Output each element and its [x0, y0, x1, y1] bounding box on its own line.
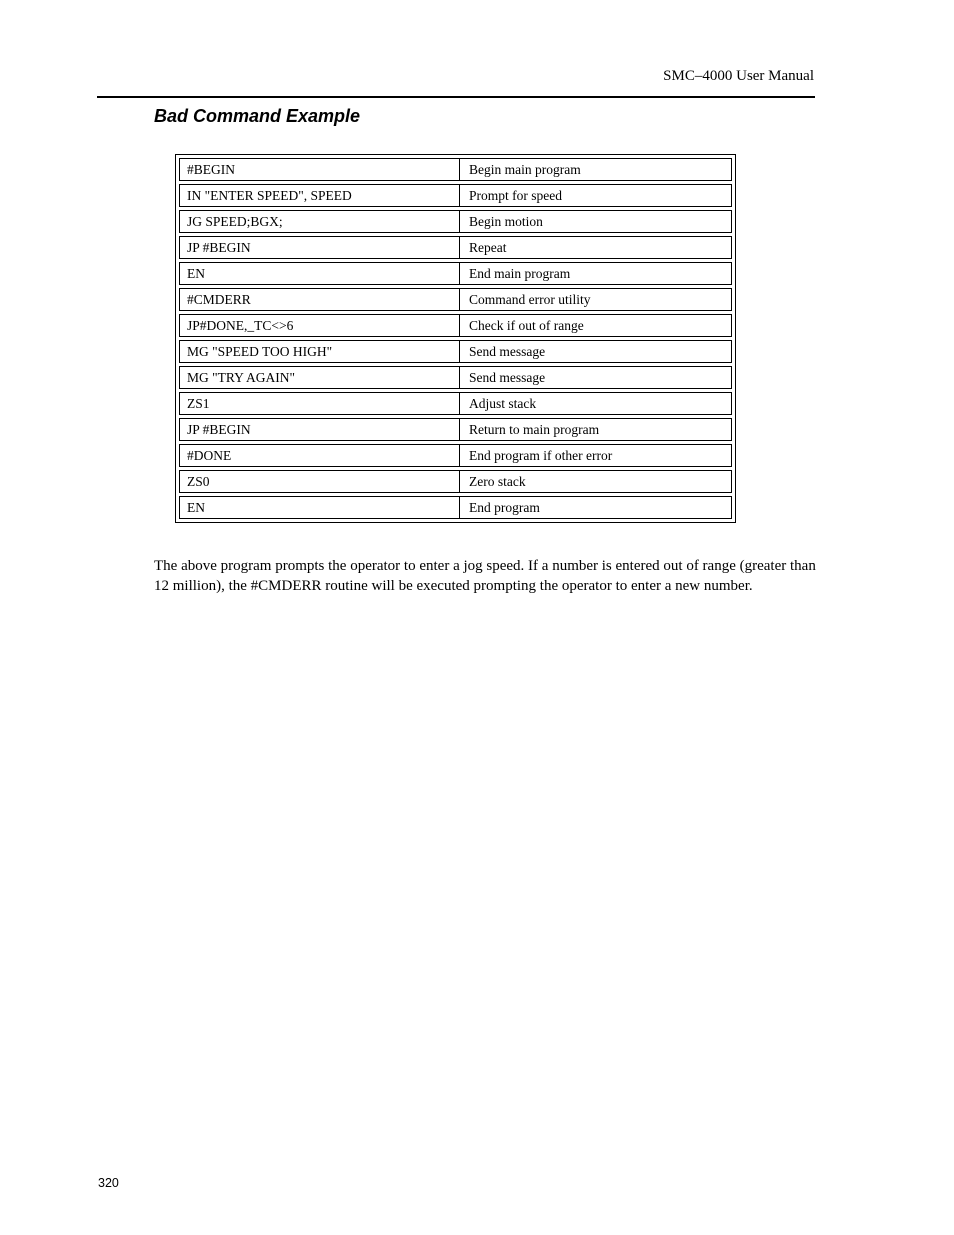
description-cell: Prompt for speed: [459, 184, 732, 207]
table-row: ZS1 Adjust stack: [179, 392, 732, 415]
command-cell: EN: [179, 496, 459, 519]
description-cell: Check if out of range: [459, 314, 732, 337]
header-rule: [97, 96, 815, 98]
table-row: EN End program: [179, 496, 732, 519]
description-cell: Command error utility: [459, 288, 732, 311]
table-row: MG "TRY AGAIN" Send message: [179, 366, 732, 389]
description-cell: Begin motion: [459, 210, 732, 233]
section-title: Bad Command Example: [154, 106, 361, 126]
program-table-grid: #BEGIN Begin main program IN "ENTER SPEED"…: [179, 155, 732, 522]
table-row: #BEGIN Begin main program: [179, 158, 732, 181]
command-cell: MG "TRY AGAIN": [179, 366, 459, 389]
description-cell: Repeat: [459, 236, 732, 259]
description-cell: End main program: [459, 262, 732, 285]
table-row: JP #BEGIN Return to main program: [179, 418, 732, 441]
table-row: #DONE End program if other error: [179, 444, 732, 467]
running-header: SMC–4000 User Manual: [663, 68, 814, 84]
command-cell: JG SPEED;BGX;: [179, 210, 459, 233]
command-cell: #DONE: [179, 444, 459, 467]
description-cell: Begin main program: [459, 158, 732, 181]
command-cell: ZS1: [179, 392, 459, 415]
command-cell: IN "ENTER SPEED", SPEED: [179, 184, 459, 207]
description-cell: Adjust stack: [459, 392, 732, 415]
command-cell: JP#DONE,_TC<>6: [179, 314, 459, 337]
command-cell: #CMDERR: [179, 288, 459, 311]
page-number: 320: [98, 1176, 119, 1190]
description-cell: End program: [459, 496, 732, 519]
command-cell: ZS0: [179, 470, 459, 493]
description-cell: Send message: [459, 366, 732, 389]
description-cell: Return to main program: [459, 418, 732, 441]
table-row: JP#DONE,_TC<>6 Check if out of range: [179, 314, 732, 337]
command-cell: #BEGIN: [179, 158, 459, 181]
table-row: #CMDERR Command error utility: [179, 288, 732, 311]
body-paragraph: The above program prompts the operator t…: [154, 558, 816, 594]
program-table: #BEGIN Begin main program IN "ENTER SPEED"…: [175, 154, 736, 523]
description-cell: Zero stack: [459, 470, 732, 493]
description-cell: Send message: [459, 340, 732, 363]
description-cell: End program if other error: [459, 444, 732, 467]
table-row: JP #BEGIN Repeat: [179, 236, 732, 259]
table-row: IN "ENTER SPEED", SPEED Prompt for speed: [179, 184, 732, 207]
command-cell: EN: [179, 262, 459, 285]
table-row: ZS0 Zero stack: [179, 470, 732, 493]
command-cell: JP #BEGIN: [179, 236, 459, 259]
table-row: EN End main program: [179, 262, 732, 285]
command-cell: MG "SPEED TOO HIGH": [179, 340, 459, 363]
table-row: JG SPEED;BGX; Begin motion: [179, 210, 732, 233]
table-row: MG "SPEED TOO HIGH" Send message: [179, 340, 732, 363]
command-cell: JP #BEGIN: [179, 418, 459, 441]
